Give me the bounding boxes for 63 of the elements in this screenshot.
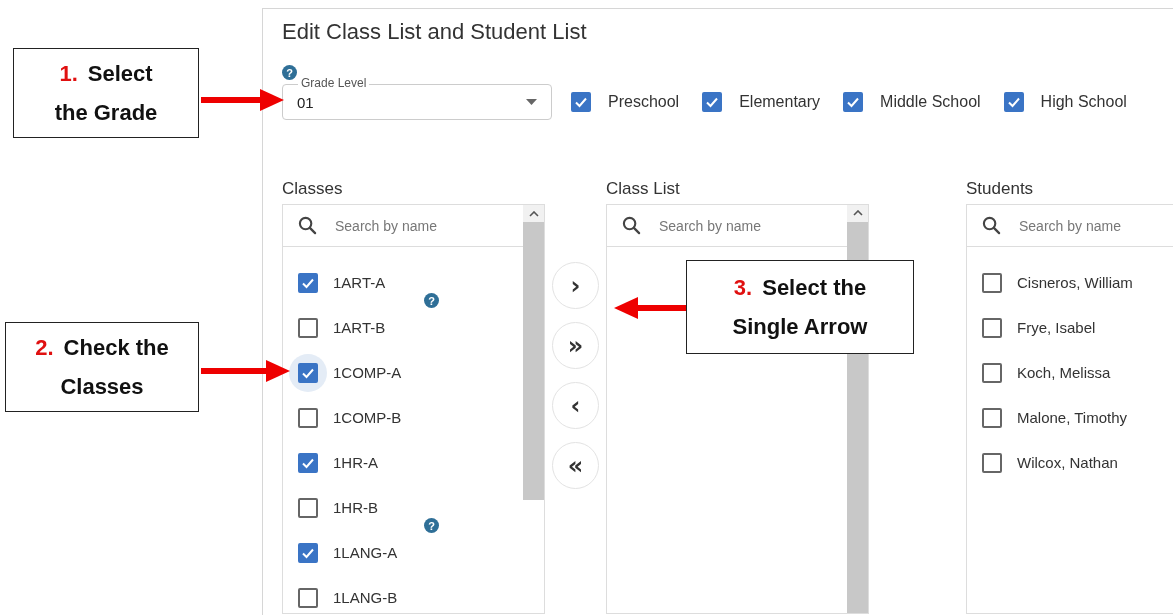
checkbox[interactable] <box>298 542 318 563</box>
move-button[interactable]: » <box>552 322 599 369</box>
dropdown-caret-icon <box>526 99 537 105</box>
help-icon: ? <box>424 518 439 533</box>
instruction-tooltip: 3. Select the Single Arrow <box>686 260 914 354</box>
student-name: Wilcox, Nathan <box>1017 454 1118 471</box>
search-field[interactable]: Search by name <box>1019 217 1173 234</box>
list-heading: Class List <box>606 179 681 200</box>
move-button[interactable]: « <box>552 442 599 489</box>
search-field[interactable]: Search by name <box>335 217 495 234</box>
search-icon <box>982 216 1001 235</box>
class-name: 1ART-B <box>333 319 386 336</box>
move-button[interactable]: › <box>552 262 599 309</box>
search-icon <box>298 216 317 235</box>
help-icon: ? <box>424 293 439 308</box>
checkbox[interactable] <box>298 452 318 473</box>
arrow <box>614 297 686 319</box>
instruction-tooltip: 2. Check the Classes <box>5 322 199 412</box>
checkbox[interactable] <box>982 452 1002 473</box>
checkbox-label: Middle School <box>880 93 981 111</box>
checkbox[interactable] <box>298 317 318 338</box>
checkbox[interactable] <box>702 92 723 112</box>
checkmark-icon <box>574 95 588 109</box>
class-name: 1LANG-A <box>333 544 398 561</box>
class-name: 1COMP-B <box>333 409 402 426</box>
checkmark-icon <box>1006 95 1021 109</box>
chevron-up-icon[interactable] <box>528 210 539 217</box>
checkbox-label: Preschool <box>608 93 680 111</box>
student-name: Koch, Melissa <box>1017 364 1111 381</box>
help-icon: ? <box>282 65 297 80</box>
checkbox[interactable] <box>298 362 318 383</box>
checkbox[interactable] <box>843 92 864 112</box>
search-icon <box>622 216 641 235</box>
checkmark-icon <box>846 95 861 109</box>
student-name: Cisneros, William <box>1017 274 1133 291</box>
class-name: 1HR-A <box>333 454 378 471</box>
chevron-up-icon[interactable] <box>852 210 863 217</box>
checkbox[interactable] <box>298 272 318 293</box>
student-name: Malone, Timothy <box>1017 409 1128 426</box>
checkbox-label: Elementary <box>739 93 821 111</box>
class-name: 1ART-A <box>333 274 386 291</box>
list-heading: Classes <box>282 179 344 200</box>
search-field[interactable]: Search by name <box>659 217 819 234</box>
checkbox[interactable] <box>982 362 1002 383</box>
move-button[interactable]: ‹ <box>552 382 599 429</box>
class-name: 1HR-B <box>333 499 378 516</box>
checkmark-icon <box>705 95 720 109</box>
field-label: Grade Level <box>298 76 370 90</box>
list-heading: Students <box>966 179 1035 200</box>
checkbox[interactable] <box>982 317 1002 338</box>
checkbox[interactable] <box>982 272 1002 293</box>
class-name: 1LANG-B <box>333 589 398 606</box>
checkbox[interactable] <box>571 92 591 112</box>
checkbox[interactable] <box>298 497 318 518</box>
student-name: Frye, Isabel <box>1017 319 1096 336</box>
checkbox[interactable] <box>298 587 318 608</box>
page-title: Edit Class List and Student List <box>282 19 588 46</box>
checkbox[interactable] <box>298 407 318 428</box>
checkbox-label: High School <box>1040 93 1127 111</box>
checkbox[interactable] <box>1003 92 1024 112</box>
instruction-tooltip: 1. Select the Grade <box>13 48 199 138</box>
class-name: 1COMP-A <box>333 364 402 381</box>
checkbox[interactable] <box>982 407 1002 428</box>
